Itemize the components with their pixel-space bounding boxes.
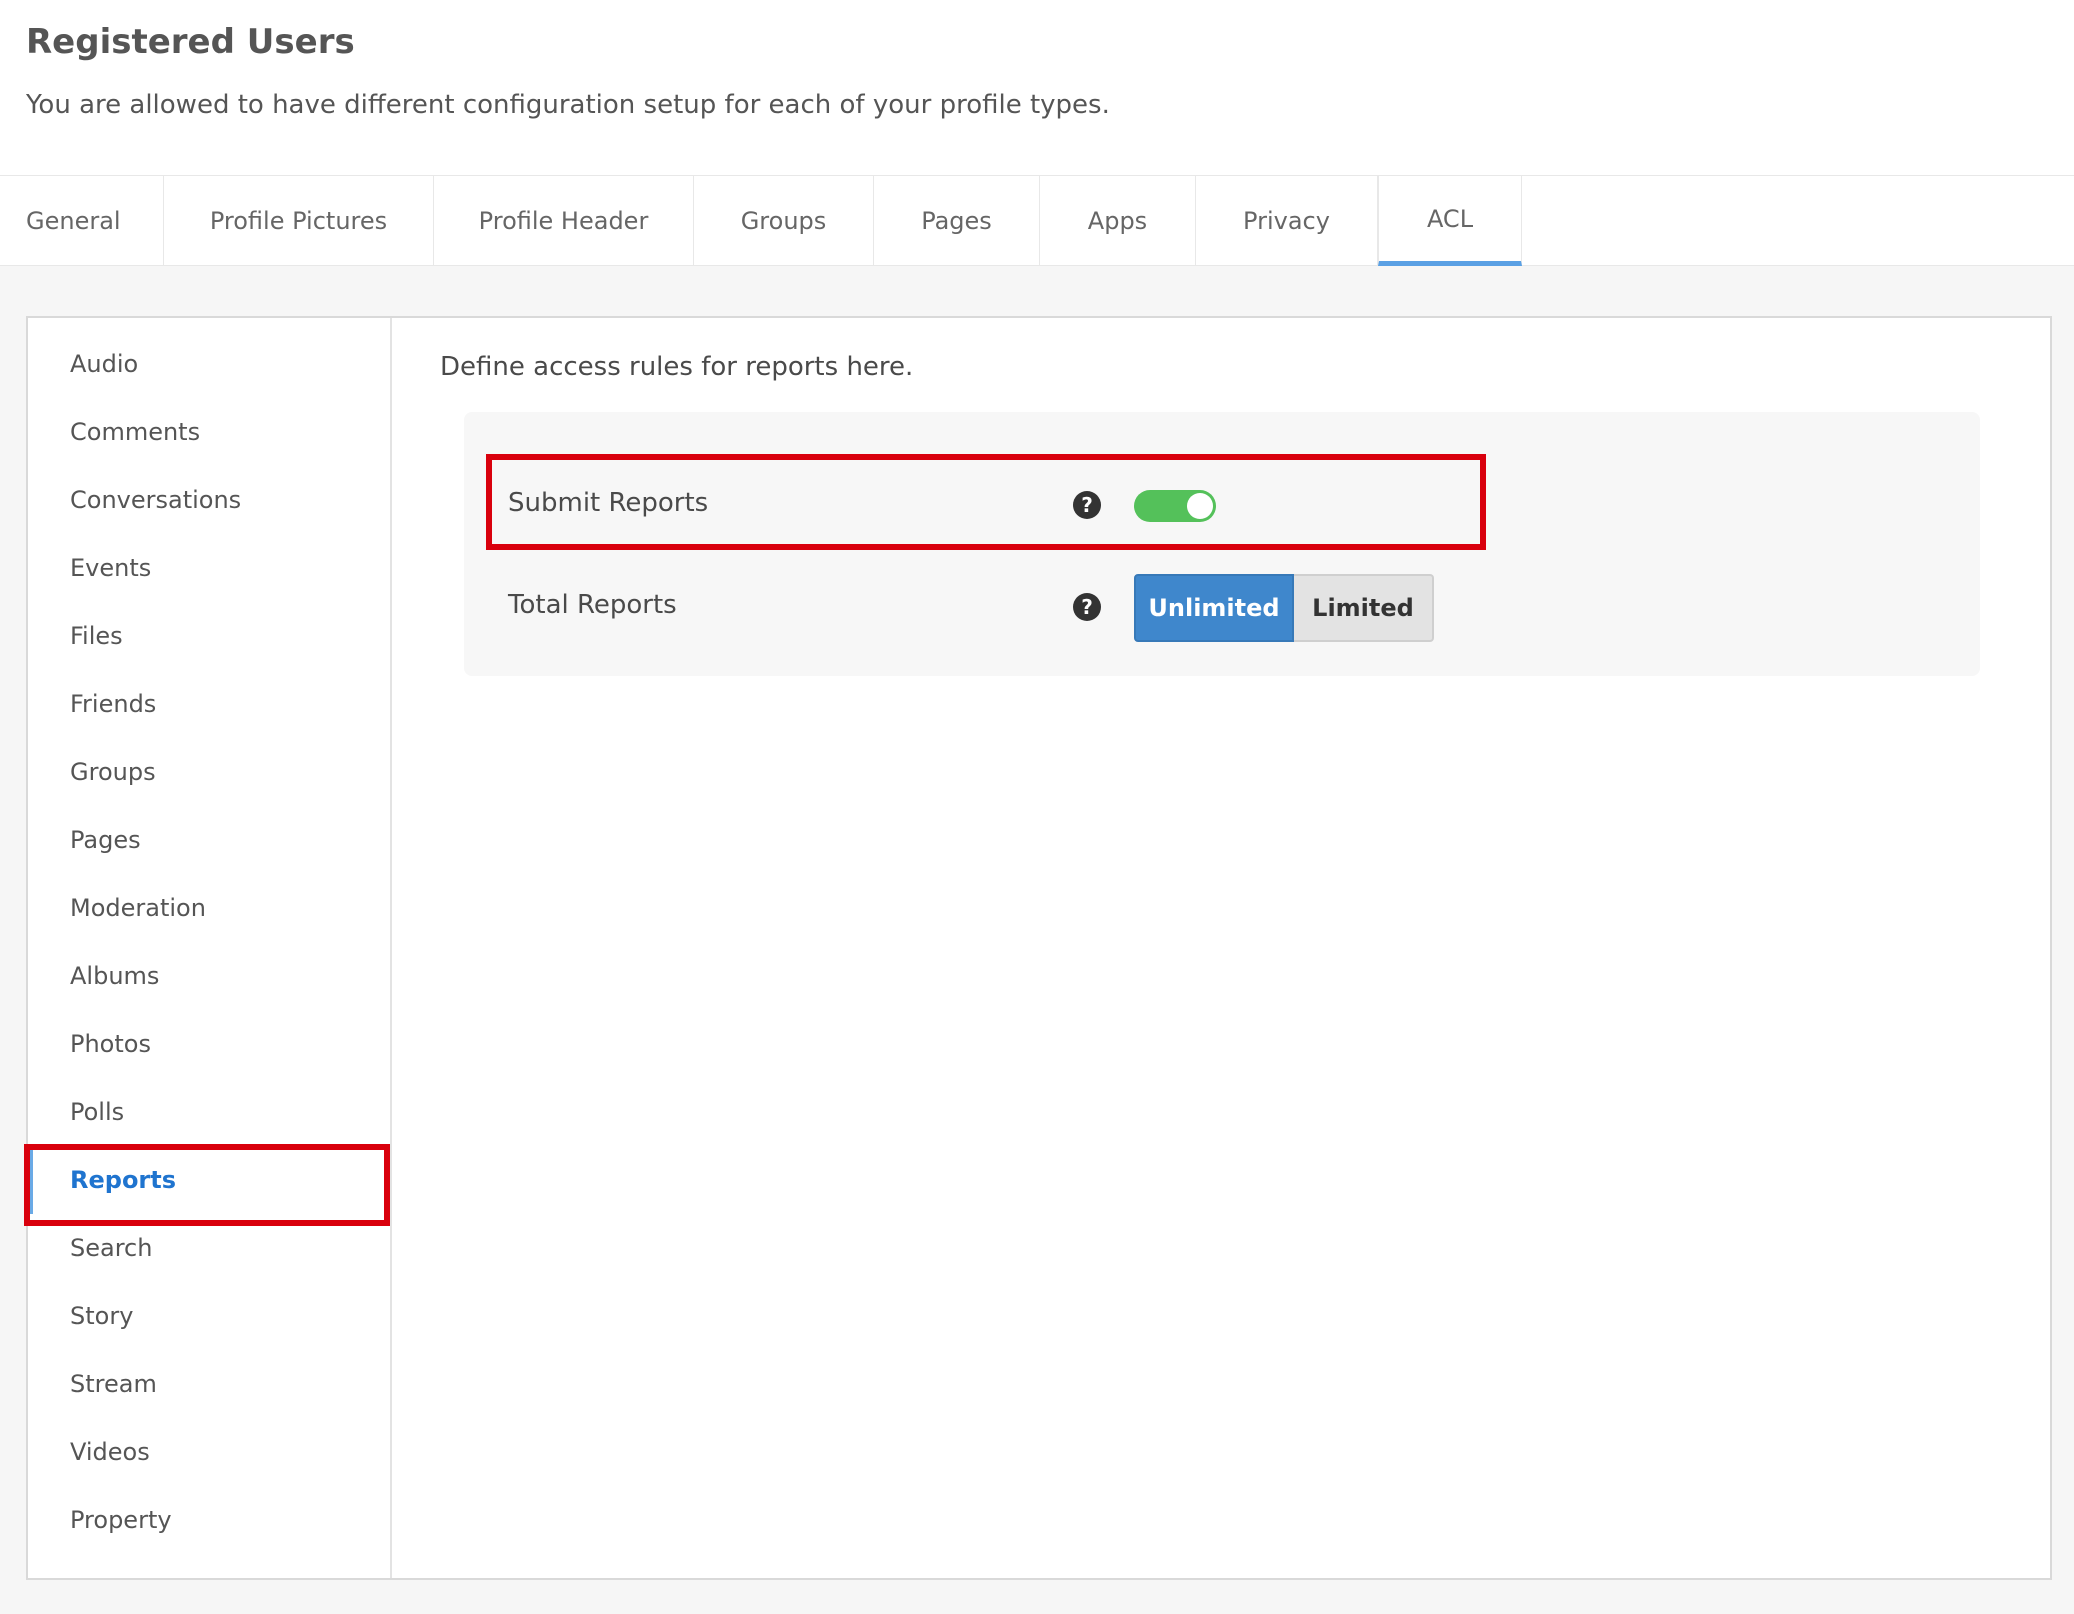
limited-button[interactable]: Limited <box>1294 574 1434 642</box>
sidebar-item-polls[interactable]: Polls <box>28 1078 388 1146</box>
svg-text:?: ? <box>1081 595 1093 619</box>
rules-box: Submit Reports ? Total Reports ? Unlimit… <box>464 412 1980 676</box>
tab-bar: General Profile Pictures Profile Header … <box>0 175 2074 266</box>
sidebar-item-albums[interactable]: Albums <box>28 942 388 1010</box>
sidebar-item-events[interactable]: Events <box>28 534 388 602</box>
sidebar-item-search[interactable]: Search <box>28 1214 388 1282</box>
sidebar-item-property[interactable]: Property <box>28 1486 388 1554</box>
content-description: Define access rules for reports here. <box>440 352 914 382</box>
tab-general[interactable]: General <box>0 176 164 266</box>
tab-privacy[interactable]: Privacy <box>1196 176 1378 266</box>
sidebar-item-conversations[interactable]: Conversations <box>28 466 388 534</box>
sidebar-item-photos[interactable]: Photos <box>28 1010 388 1078</box>
sidebar-item-pages[interactable]: Pages <box>28 806 388 874</box>
sidebar-item-videos[interactable]: Videos <box>28 1418 388 1486</box>
sidebar-item-moderation[interactable]: Moderation <box>28 874 388 942</box>
tab-profile-header[interactable]: Profile Header <box>434 176 694 266</box>
sidebar-item-stream[interactable]: Stream <box>28 1350 388 1418</box>
tab-groups[interactable]: Groups <box>694 176 874 266</box>
sidebar-item-files[interactable]: Files <box>28 602 388 670</box>
sidebar-item-story[interactable]: Story <box>28 1282 388 1350</box>
tab-acl[interactable]: ACL <box>1378 176 1522 266</box>
tab-profile-pictures[interactable]: Profile Pictures <box>164 176 434 266</box>
sidebar-item-reports[interactable]: Reports <box>28 1146 388 1214</box>
submit-reports-label: Submit Reports <box>508 488 709 518</box>
page-header: Registered Users You are allowed to have… <box>0 0 2074 175</box>
sidebar-item-audio[interactable]: Audio <box>28 330 388 398</box>
acl-sidebar: Audio Comments Conversations Events File… <box>28 318 392 1578</box>
tab-apps[interactable]: Apps <box>1040 176 1196 266</box>
acl-panel: Audio Comments Conversations Events File… <box>26 316 2052 1580</box>
page-title: Registered Users <box>26 22 355 62</box>
question-circle-icon[interactable]: ? <box>1072 592 1102 622</box>
tab-pages[interactable]: Pages <box>874 176 1040 266</box>
svg-text:?: ? <box>1081 493 1093 517</box>
question-circle-icon[interactable]: ? <box>1072 490 1102 520</box>
sidebar-item-friends[interactable]: Friends <box>28 670 388 738</box>
submit-reports-toggle[interactable] <box>1134 490 1216 522</box>
unlimited-button[interactable]: Unlimited <box>1134 574 1294 642</box>
sidebar-item-comments[interactable]: Comments <box>28 398 388 466</box>
toggle-knob <box>1187 493 1213 519</box>
page-subtitle: You are allowed to have different config… <box>26 90 1110 120</box>
sidebar-item-groups[interactable]: Groups <box>28 738 388 806</box>
total-reports-label: Total Reports <box>508 590 677 620</box>
acl-content: Define access rules for reports here. Su… <box>392 318 2050 1578</box>
